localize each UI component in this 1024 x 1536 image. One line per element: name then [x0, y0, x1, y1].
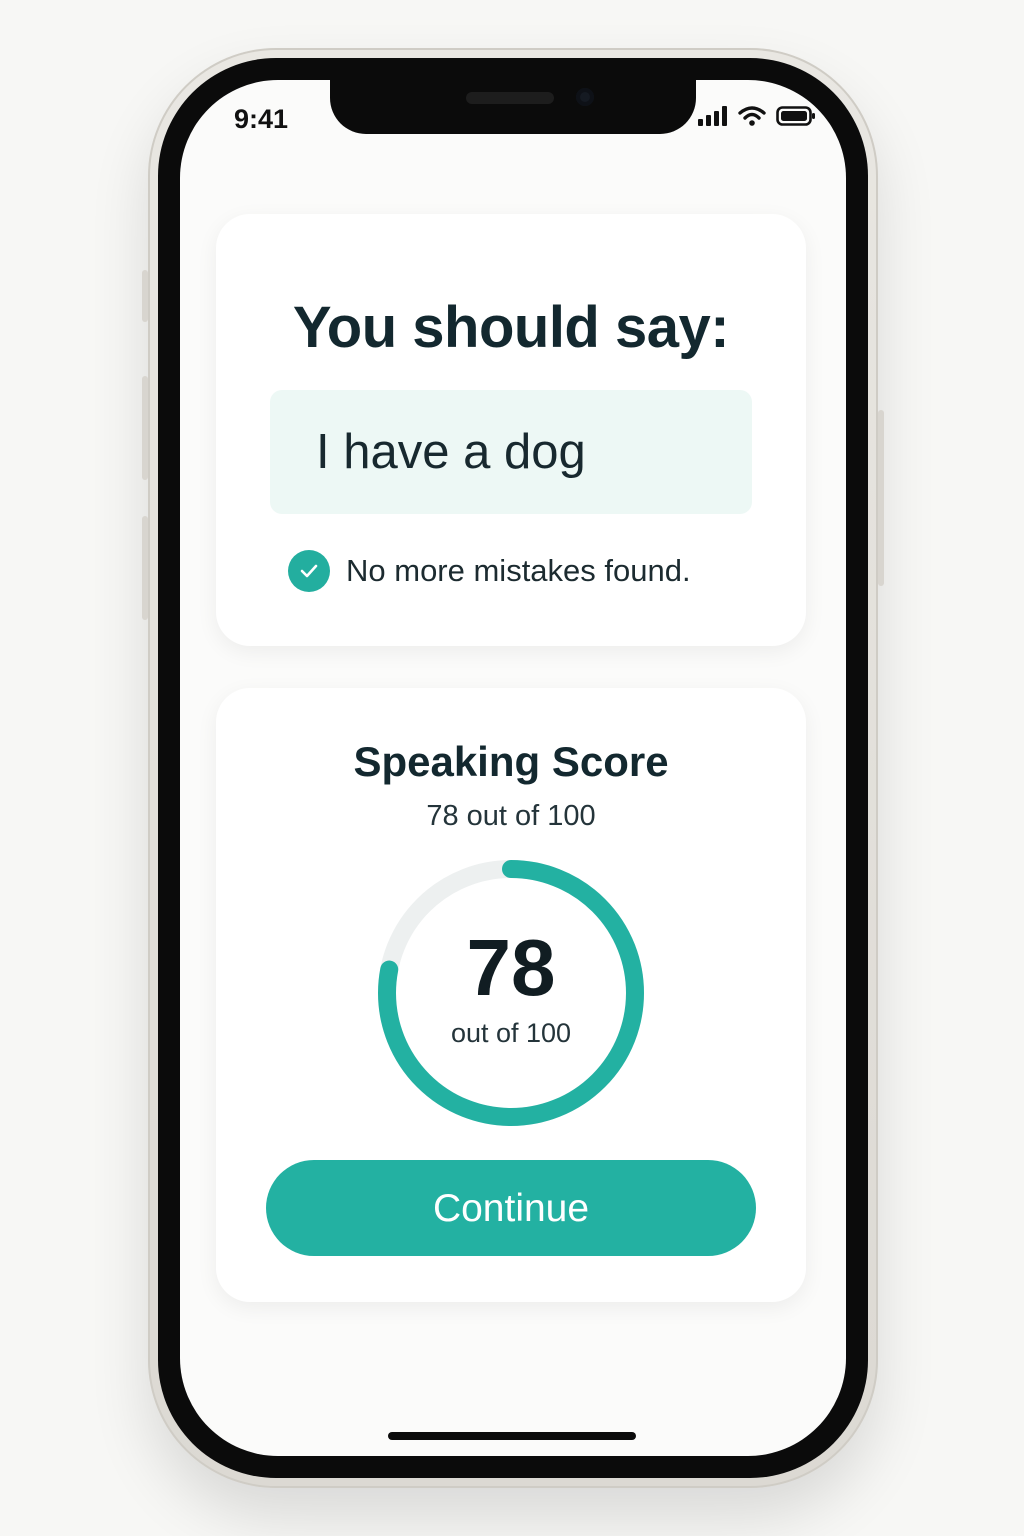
phone-bezel: 9:41 You should say: I have a dog No mor…	[158, 58, 868, 1478]
score-value: 78	[466, 923, 556, 1012]
power-button	[878, 410, 884, 586]
screen: 9:41 You should say: I have a dog No mor…	[180, 80, 846, 1456]
feedback-row: No more mistakes found.	[288, 550, 691, 592]
status-time: 9:41	[234, 104, 289, 134]
score-subtitle: 78 out of 100	[426, 800, 596, 832]
score-value-label: out of 100	[450, 1018, 572, 1048]
front-camera	[576, 88, 594, 106]
check-circle-icon	[288, 550, 330, 592]
home-indicator[interactable]	[388, 1432, 636, 1440]
mute-switch	[142, 270, 148, 322]
notch	[330, 80, 696, 134]
wifi-icon	[738, 106, 766, 126]
target-phrase-box: I have a dog	[270, 390, 752, 514]
target-phrase: I have a dog	[316, 425, 586, 479]
volume-down-button	[142, 516, 148, 620]
status-icons	[698, 106, 816, 126]
continue-button[interactable]: Continue	[266, 1160, 756, 1256]
battery-icon	[776, 106, 815, 126]
score-title: Speaking Score	[353, 738, 669, 785]
feedback-message: No more mistakes found.	[346, 553, 691, 588]
score-gauge: 78 out of 100	[376, 858, 646, 1128]
cellular-signal-icon	[698, 106, 727, 126]
prompt-card: You should say: I have a dog No more mis…	[216, 214, 806, 646]
phone-frame: 9:41 You should say: I have a dog No mor…	[142, 48, 884, 1488]
volume-up-button	[142, 376, 148, 480]
speaker-grille	[466, 92, 554, 104]
prompt-heading: You should say:	[292, 295, 730, 360]
score-card: Speaking Score 78 out of 100 78 out of 1…	[216, 688, 806, 1302]
